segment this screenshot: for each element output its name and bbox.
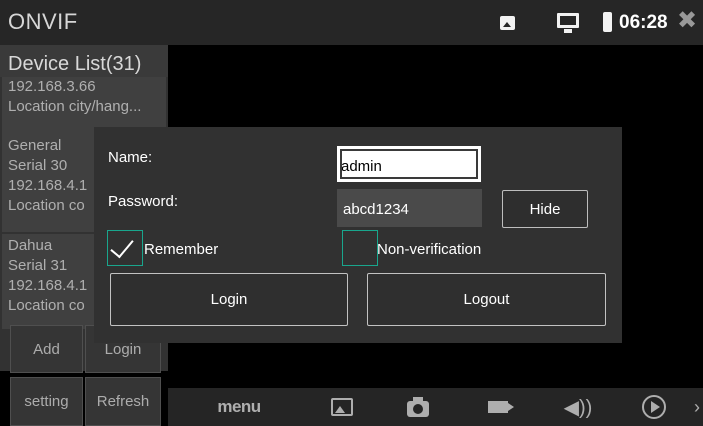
- hide-password-button[interactable]: Hide: [502, 190, 588, 228]
- login-dialog: Name: admin Password: abcd1234 Hide Reme…: [94, 127, 622, 343]
- app-title: ONVIF: [8, 9, 78, 34]
- clock: 06:28: [619, 12, 668, 33]
- non-verification-label[interactable]: Non-verification: [377, 241, 481, 258]
- device-list-title: Device List(31): [0, 45, 168, 77]
- status-bar: ONVIF 06:28 ✖: [0, 0, 703, 45]
- logout-button[interactable]: Logout: [367, 273, 606, 326]
- non-verification-checkbox[interactable]: [342, 230, 378, 266]
- name-input[interactable]: admin: [337, 146, 481, 182]
- close-icon[interactable]: ✖: [677, 9, 697, 33]
- name-label: Name:: [108, 149, 153, 166]
- password-label: Password:: [108, 193, 179, 210]
- password-input[interactable]: abcd1234: [337, 189, 482, 227]
- remember-checkbox[interactable]: [107, 230, 143, 266]
- login-button[interactable]: Login: [110, 273, 348, 326]
- gallery-icon: [500, 16, 515, 30]
- remember-label[interactable]: Remember: [144, 241, 218, 258]
- monitor-icon: [557, 13, 579, 33]
- checkmark-icon: [110, 233, 134, 259]
- battery-icon: [603, 12, 612, 32]
